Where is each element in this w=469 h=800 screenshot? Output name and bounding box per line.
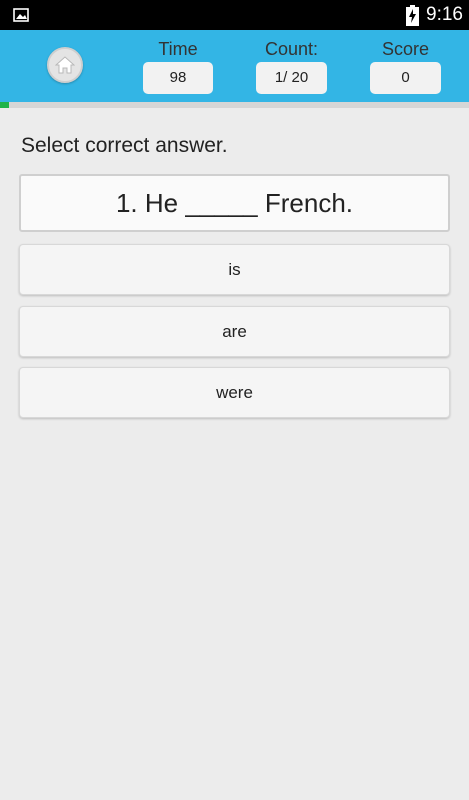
time-label: Time: [158, 39, 198, 59]
count-stat: Count: 1/ 20: [256, 38, 327, 94]
score-value: 0: [370, 62, 441, 94]
answer-option-are[interactable]: are: [19, 306, 450, 357]
status-bar: 9:16: [0, 0, 469, 30]
battery-charging-icon: [406, 5, 419, 26]
status-clock: 9:16: [426, 4, 463, 25]
score-label: Score: [381, 39, 430, 59]
score-stat: Score 0: [370, 38, 441, 94]
time-value: 98: [143, 62, 213, 94]
count-value: 1/ 20: [256, 62, 327, 94]
progress-bar-fill: [0, 102, 10, 108]
instruction-text: Select correct answer.: [21, 134, 228, 157]
count-label: Count:: [264, 39, 319, 59]
answer-option-is[interactable]: is: [19, 244, 450, 295]
home-button[interactable]: [47, 47, 83, 83]
time-stat: Time 98: [143, 38, 213, 94]
question-text: 1. He _____ French.: [19, 174, 450, 232]
progress-bar: [0, 102, 469, 108]
gallery-icon: [13, 8, 29, 22]
home-icon: [55, 56, 75, 74]
answer-option-were[interactable]: were: [19, 367, 450, 418]
